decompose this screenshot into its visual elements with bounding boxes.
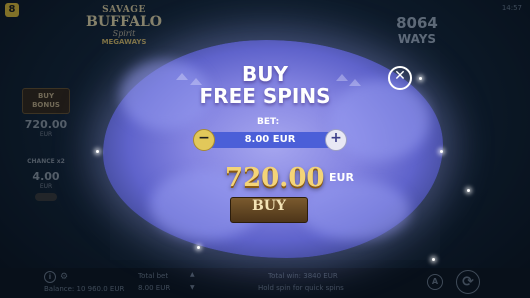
bet-value: 8.00 EUR — [244, 134, 296, 145]
modal-title-line-1: BUY — [242, 62, 288, 86]
close-icon[interactable]: ✕ — [388, 66, 412, 90]
modal-title-line-2: FREE SPINS — [199, 84, 331, 108]
sparkle — [96, 150, 99, 153]
bet-increase-button[interactable]: + — [325, 129, 347, 151]
sparkle — [432, 258, 435, 261]
bet-selector: 8.00 EUR − + — [193, 129, 347, 151]
sparkle — [197, 246, 200, 249]
bet-label: BET: — [257, 117, 280, 127]
sparkle — [467, 189, 470, 192]
game-scene: 8 SAVAGE BUFFALO Spirit MEGAWAYS 8064 WA… — [0, 0, 530, 298]
buy-price: 720.00 — [225, 163, 325, 193]
sparkle — [440, 150, 443, 153]
bet-decrease-button[interactable]: − — [193, 129, 215, 151]
buy-button[interactable]: BUY — [230, 197, 308, 223]
price-currency: EUR — [329, 171, 354, 184]
